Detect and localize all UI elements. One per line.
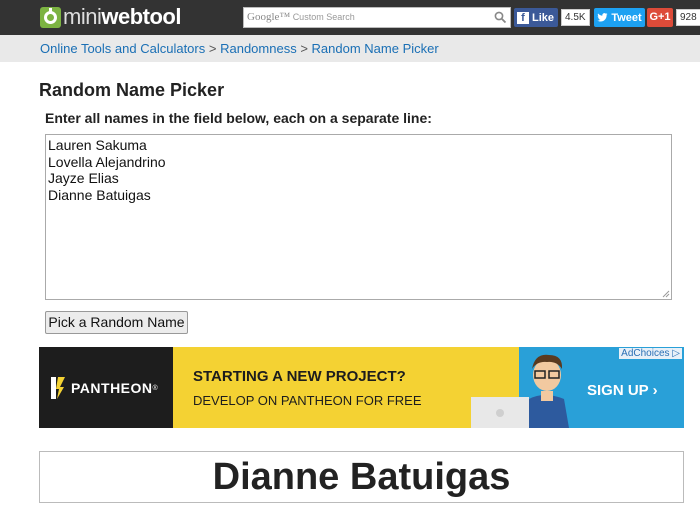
breadcrumb-link-tools[interactable]: Online Tools and Calculators xyxy=(40,41,205,56)
pantheon-bolt-icon xyxy=(51,377,65,399)
search-input[interactable]: Google™ Custom Search xyxy=(243,7,511,28)
site-logo[interactable]: mini webtool xyxy=(40,4,181,29)
search-placeholder: Google™ Custom Search xyxy=(247,11,355,23)
power-icon xyxy=(40,6,61,28)
ad-signup-button[interactable]: SIGN UP › xyxy=(587,382,658,399)
breadcrumb-bar: Online Tools and Calculators > Randomnes… xyxy=(0,35,700,62)
facebook-like-label: Like xyxy=(532,11,555,24)
logo-text-webtool: webtool xyxy=(101,4,181,29)
logo-text-mini: mini xyxy=(63,4,102,29)
breadcrumb-link-randomness[interactable]: Randomness xyxy=(220,41,297,56)
resize-handle-icon[interactable] xyxy=(662,290,670,298)
developer-illustration-icon xyxy=(471,347,579,428)
facebook-icon: f xyxy=(517,11,529,24)
google-plus-button[interactable]: G+1 xyxy=(647,8,673,27)
pick-random-name-button[interactable]: Pick a Random Name xyxy=(45,311,188,334)
breadcrumb-separator: > xyxy=(300,41,308,56)
ad-subline: DEVELOP ON PANTHEON FOR FREE xyxy=(193,393,422,408)
google-plus-count: 928 xyxy=(676,9,700,26)
facebook-like-button[interactable]: f Like xyxy=(514,8,558,27)
facebook-like-count: 4.5K xyxy=(561,9,590,26)
name-line: Lauren Sakuma xyxy=(48,137,147,153)
name-line: Dianne Batuigas xyxy=(48,186,151,203)
page-title: Random Name Picker xyxy=(39,80,225,100)
breadcrumb-link-random-name-picker[interactable]: Random Name Picker xyxy=(312,41,439,56)
ad-brand-logo: PANTHEON ® xyxy=(51,377,158,399)
names-textarea[interactable]: Lauren Sakuma Lovella Alejandrino Jayze … xyxy=(45,134,672,300)
adchoices-link[interactable]: AdChoices ▷ xyxy=(619,348,682,359)
breadcrumb-separator: > xyxy=(208,41,217,56)
twitter-bird-icon xyxy=(597,12,608,21)
twitter-tweet-label: Tweet xyxy=(611,11,642,24)
name-line: Jayze Elias xyxy=(48,170,119,186)
picked-name-result: Dianne Batuigas xyxy=(39,451,684,503)
top-header: mini webtool Google™ Custom Search f Like… xyxy=(0,0,700,35)
names-field-label: Enter all names in the field below, each… xyxy=(45,110,432,126)
advertisement-banner[interactable]: PANTHEON ® STARTING A NEW PROJECT? DEVELO… xyxy=(39,347,684,428)
search-icon[interactable] xyxy=(494,11,507,24)
ad-brand-panel: PANTHEON ® xyxy=(39,347,173,428)
breadcrumb: Online Tools and Calculators > Randomnes… xyxy=(40,41,439,56)
twitter-tweet-button[interactable]: Tweet xyxy=(594,8,645,27)
ad-brand-name: PANTHEON xyxy=(71,380,153,396)
ad-headline: STARTING A NEW PROJECT? xyxy=(193,368,406,385)
name-line: Lovella Alejandrino xyxy=(48,153,166,170)
